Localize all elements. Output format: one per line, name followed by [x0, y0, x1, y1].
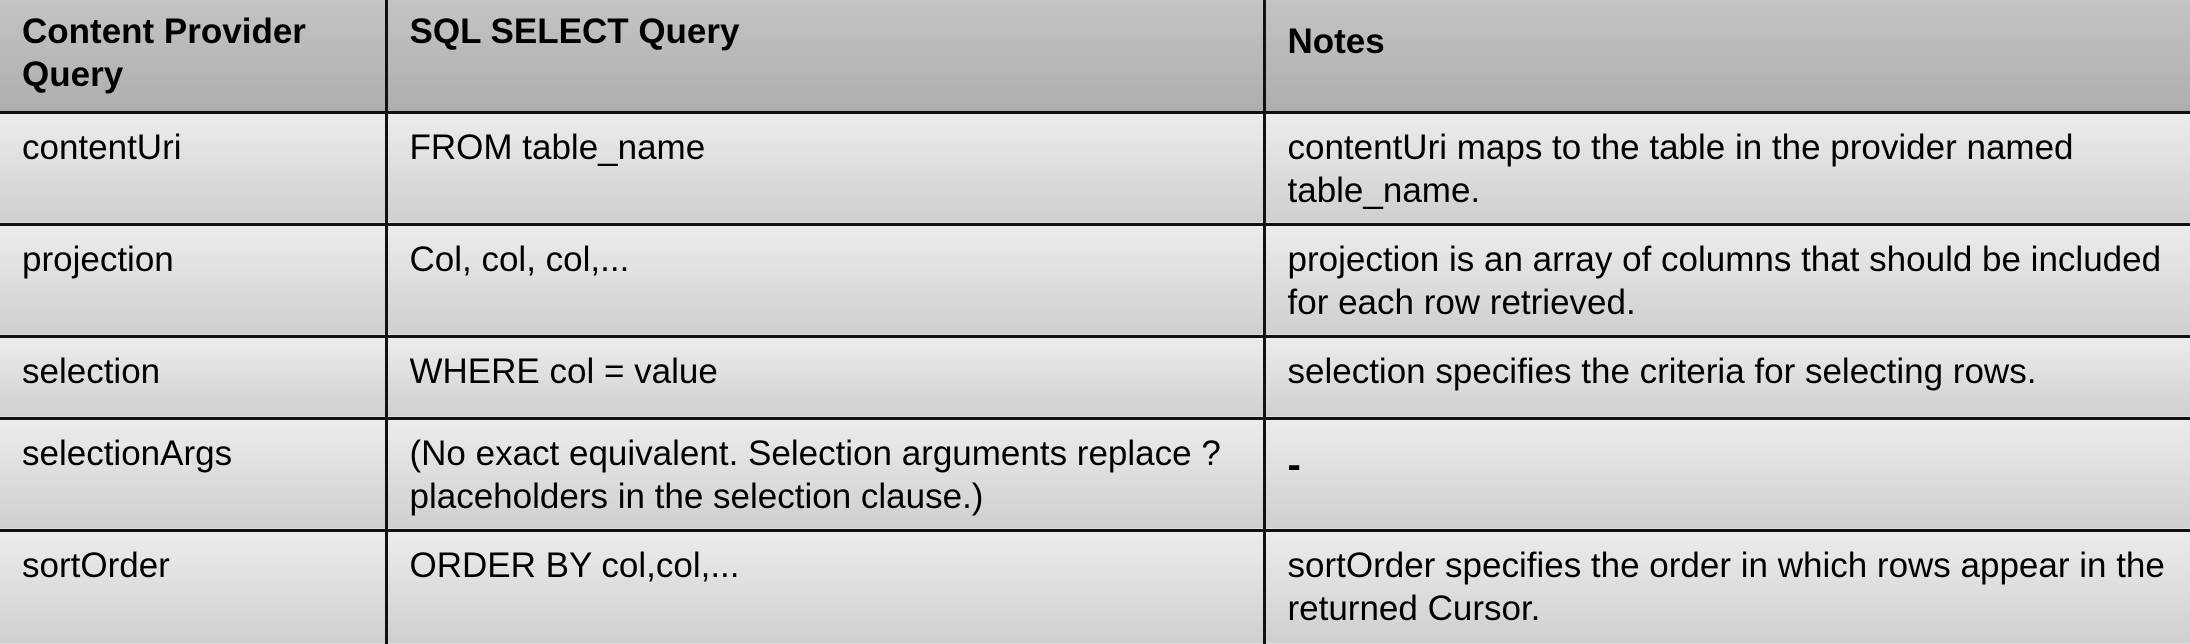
cell-sql: Col, col, col,...	[384, 222, 1266, 338]
cell-provider: contentUri	[0, 110, 388, 226]
table-header-row: Content Provider Query SQL SELECT Query …	[0, 0, 2190, 114]
cell-notes: contentUri maps to the table in the prov…	[1262, 110, 2190, 226]
header-notes: Notes	[1262, 0, 2190, 114]
table-row: contentUri FROM table_name contentUri ma…	[0, 110, 2190, 226]
header-content-provider-query: Content Provider Query	[0, 0, 388, 114]
cell-notes: -	[1262, 416, 2190, 532]
cell-sql: ORDER BY col,col,...	[384, 528, 1266, 644]
cell-notes: selection specifies the criteria for sel…	[1262, 334, 2190, 420]
cell-sql: (No exact equivalent. Selection argument…	[384, 416, 1266, 532]
cell-provider: selection	[0, 334, 388, 420]
cell-sql: FROM table_name	[384, 110, 1266, 226]
table-row: sortOrder ORDER BY col,col,... sortOrder…	[0, 528, 2190, 644]
cell-provider: selectionArgs	[0, 416, 388, 532]
cell-provider: projection	[0, 222, 388, 338]
table-row: selectionArgs (No exact equivalent. Sele…	[0, 416, 2190, 532]
dash-placeholder: -	[1287, 442, 1301, 487]
cell-notes: projection is an array of columns that s…	[1262, 222, 2190, 338]
cell-provider: sortOrder	[0, 528, 388, 644]
query-mapping-table: Content Provider Query SQL SELECT Query …	[0, 0, 2190, 644]
cell-notes: sortOrder specifies the order in which r…	[1262, 528, 2190, 644]
table-row: projection Col, col, col,... projection …	[0, 222, 2190, 338]
header-sql-select-query: SQL SELECT Query	[384, 0, 1266, 114]
cell-sql: WHERE col = value	[384, 334, 1266, 420]
table-row: selection WHERE col = value selection sp…	[0, 334, 2190, 420]
